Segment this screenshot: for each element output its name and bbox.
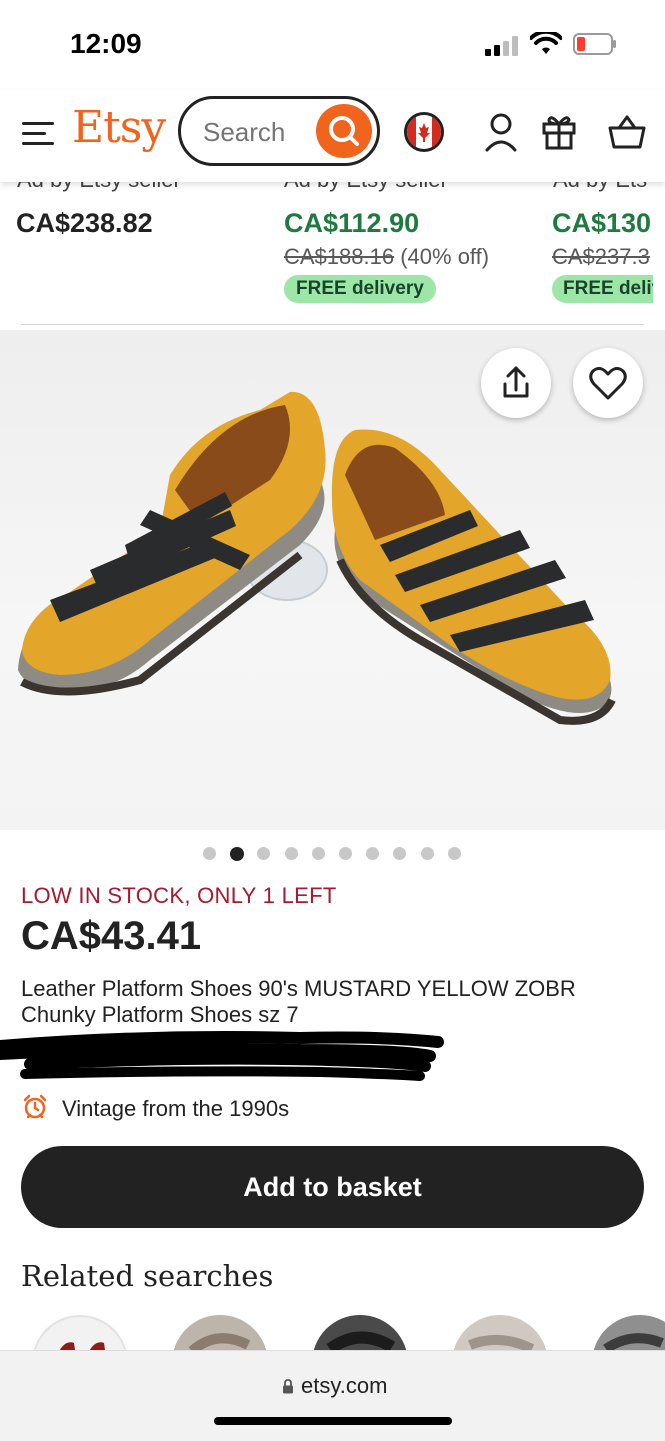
search-button[interactable] bbox=[316, 104, 372, 158]
home-indicator[interactable] bbox=[214, 1417, 452, 1425]
status-time: 12:09 bbox=[70, 28, 142, 59]
listing-original-price: CA$237.3 bbox=[552, 244, 650, 269]
browser-url[interactable]: etsy.com bbox=[301, 1373, 387, 1399]
listing-price[interactable]: CA$238.82 bbox=[16, 208, 153, 239]
user-icon[interactable] bbox=[484, 112, 518, 152]
favorite-button[interactable] bbox=[573, 348, 643, 418]
listing-sale-price[interactable]: CA$130 bbox=[552, 208, 651, 239]
search-icon bbox=[329, 116, 359, 146]
gift-icon[interactable] bbox=[541, 112, 577, 150]
product-title: Leather Platform Shoes 90's MUSTARD YELL… bbox=[21, 976, 576, 1027]
pagination-dot[interactable] bbox=[447, 847, 461, 860]
pagination-dot[interactable] bbox=[393, 847, 407, 860]
site-header: Etsy Search bbox=[0, 90, 665, 182]
share-icon bbox=[503, 366, 529, 398]
listing-original-price: CA$188.16 (40% off) bbox=[284, 244, 490, 269]
pagination-dot[interactable] bbox=[366, 847, 380, 860]
search-input[interactable]: Search bbox=[178, 96, 380, 166]
divider bbox=[21, 324, 644, 325]
pagination-dot[interactable] bbox=[311, 847, 325, 860]
alarm-clock-icon bbox=[23, 1094, 47, 1119]
add-to-basket-button[interactable]: Add to basket bbox=[21, 1146, 644, 1228]
heart-icon bbox=[589, 367, 627, 400]
wifi-icon bbox=[530, 32, 562, 54]
pagination-dot-active[interactable] bbox=[230, 847, 245, 861]
cellular-signal-icon bbox=[485, 36, 519, 56]
battery-icon bbox=[573, 33, 616, 55]
pagination-dot[interactable] bbox=[420, 847, 434, 860]
pagination-dot[interactable] bbox=[284, 847, 298, 860]
stock-note: LOW IN STOCK, ONLY 1 LEFT bbox=[21, 883, 337, 908]
product-price: CA$43.41 bbox=[21, 914, 202, 958]
search-placeholder: Search bbox=[203, 117, 286, 147]
product-image[interactable] bbox=[0, 330, 665, 830]
free-delivery-badge: FREE deliv bbox=[552, 275, 653, 303]
vintage-label: Vintage from the 1990s bbox=[62, 1096, 290, 1121]
etsy-logo[interactable]: Etsy bbox=[72, 102, 166, 153]
listing-sale-price[interactable]: CA$112.90 bbox=[284, 208, 419, 239]
pagination-dot[interactable] bbox=[203, 847, 216, 860]
pagination-dot[interactable] bbox=[339, 847, 352, 860]
browser-address-bar[interactable]: etsy.com bbox=[0, 1350, 665, 1441]
shoes-photo bbox=[18, 391, 616, 725]
basket-icon[interactable] bbox=[608, 114, 646, 150]
redaction-scribble bbox=[0, 1031, 444, 1081]
share-button[interactable] bbox=[481, 348, 551, 418]
menu-icon[interactable] bbox=[22, 120, 54, 148]
related-searches-heading: Related searches bbox=[21, 1259, 274, 1293]
free-delivery-badge: FREE delivery bbox=[284, 275, 436, 303]
lock-icon bbox=[283, 1379, 293, 1394]
canada-flag-icon[interactable] bbox=[404, 112, 444, 152]
pagination-dot[interactable] bbox=[257, 847, 271, 860]
